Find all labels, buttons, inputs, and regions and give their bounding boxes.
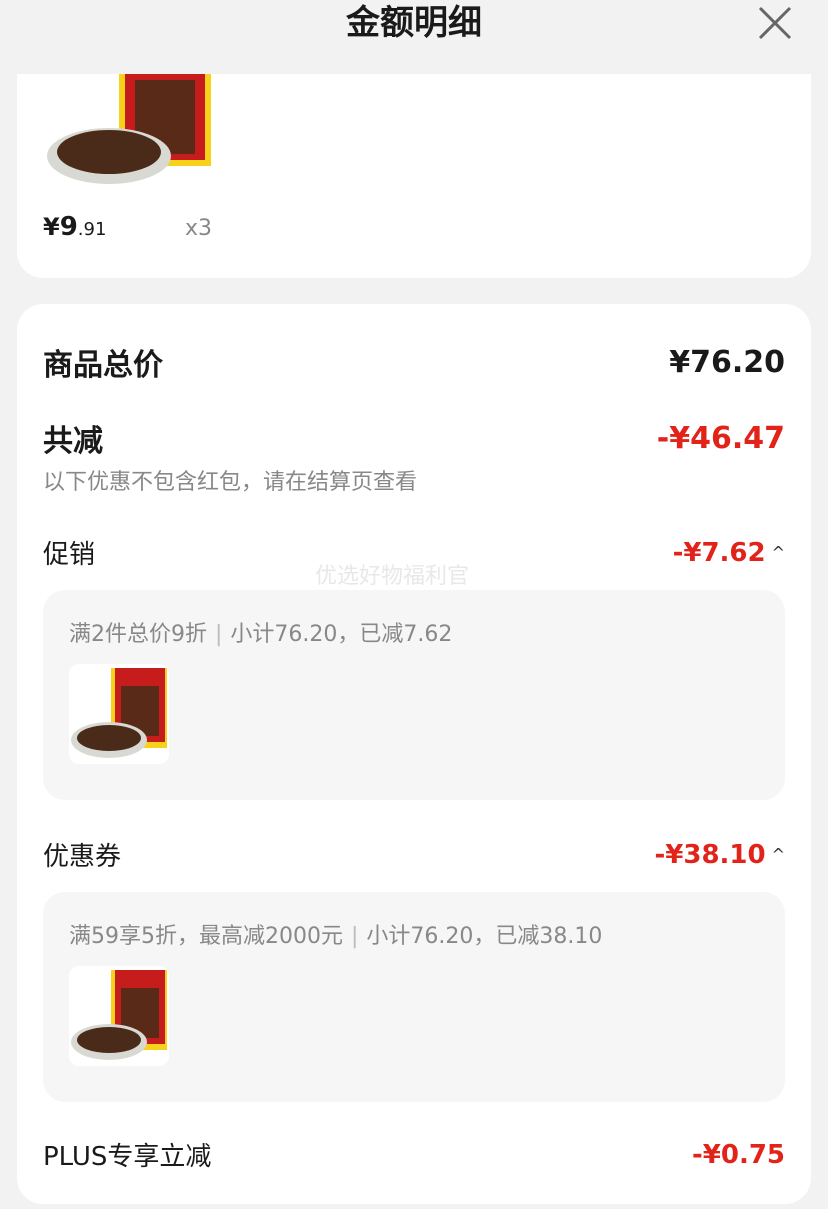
coupon-value: -¥38.10 (654, 839, 766, 870)
chevron-up-icon[interactable]: ^ (772, 543, 785, 562)
discount-row: 共减 -¥46.47 (43, 416, 785, 460)
discount-value: -¥46.47 (656, 420, 785, 456)
coupon-value-wrap: -¥38.10 ^ (654, 840, 785, 870)
promo-rule: 满2件总价9折 (69, 622, 207, 647)
item-price: ¥9.91 (43, 212, 107, 242)
coupon-detail-text: 满59享5折，最高减2000元 | 小计76.20，已减38.10 (69, 918, 602, 950)
divider: | (350, 924, 359, 949)
promo-detail: 小计76.20，已减7.62 (230, 622, 453, 647)
promo-value-wrap: -¥7.62 ^ (673, 538, 785, 568)
coupon-rule: 满59享5折，最高减2000元 (69, 924, 343, 949)
price-detail-card: 商品总价 ¥76.20 共减 -¥46.47 以下优惠不包含红包，请在结算页查看… (17, 304, 811, 1204)
total-row: 商品总价 ¥76.20 (43, 340, 785, 384)
discount-label: 共减 (43, 424, 103, 459)
coupon-row[interactable]: 优惠券 -¥38.10 ^ (43, 836, 785, 873)
plus-value: -¥0.75 (691, 1139, 785, 1170)
total-value: ¥76.20 (669, 344, 785, 380)
coupon-detail-box: 满59享5折，最高减2000元 | 小计76.20，已减38.10 (43, 892, 785, 1102)
coupon-product-image[interactable] (69, 966, 169, 1066)
promo-label: 促销 (43, 540, 96, 570)
header: 金额明细 (0, 0, 828, 74)
coupon-label: 优惠券 (43, 842, 122, 872)
discount-note: 以下优惠不包含红包，请在结算页查看 (43, 470, 418, 495)
promo-detail-box: 满2件总价9折 | 小计76.20，已减7.62 (43, 590, 785, 800)
divider: | (215, 622, 223, 647)
promo-product-image[interactable] (69, 664, 169, 764)
promo-value: -¥7.62 (672, 537, 766, 568)
watermark: 优选好物福利官 (315, 564, 470, 589)
close-icon[interactable] (756, 4, 794, 42)
product-card: ¥9.91 x3 (17, 74, 811, 278)
total-label: 商品总价 (43, 348, 163, 383)
chevron-up-icon[interactable]: ^ (772, 845, 785, 864)
plus-label: PLUS专享立减 (43, 1142, 212, 1172)
product-image[interactable] (45, 74, 215, 196)
promo-detail-text: 满2件总价9折 | 小计76.20，已减7.62 (69, 616, 452, 648)
coupon-detail: 小计76.20，已减38.10 (366, 924, 603, 949)
item-quantity: x3 (185, 216, 213, 241)
plus-row: PLUS专享立减 -¥0.75 (43, 1136, 785, 1173)
page-title: 金额明细 (346, 3, 482, 43)
